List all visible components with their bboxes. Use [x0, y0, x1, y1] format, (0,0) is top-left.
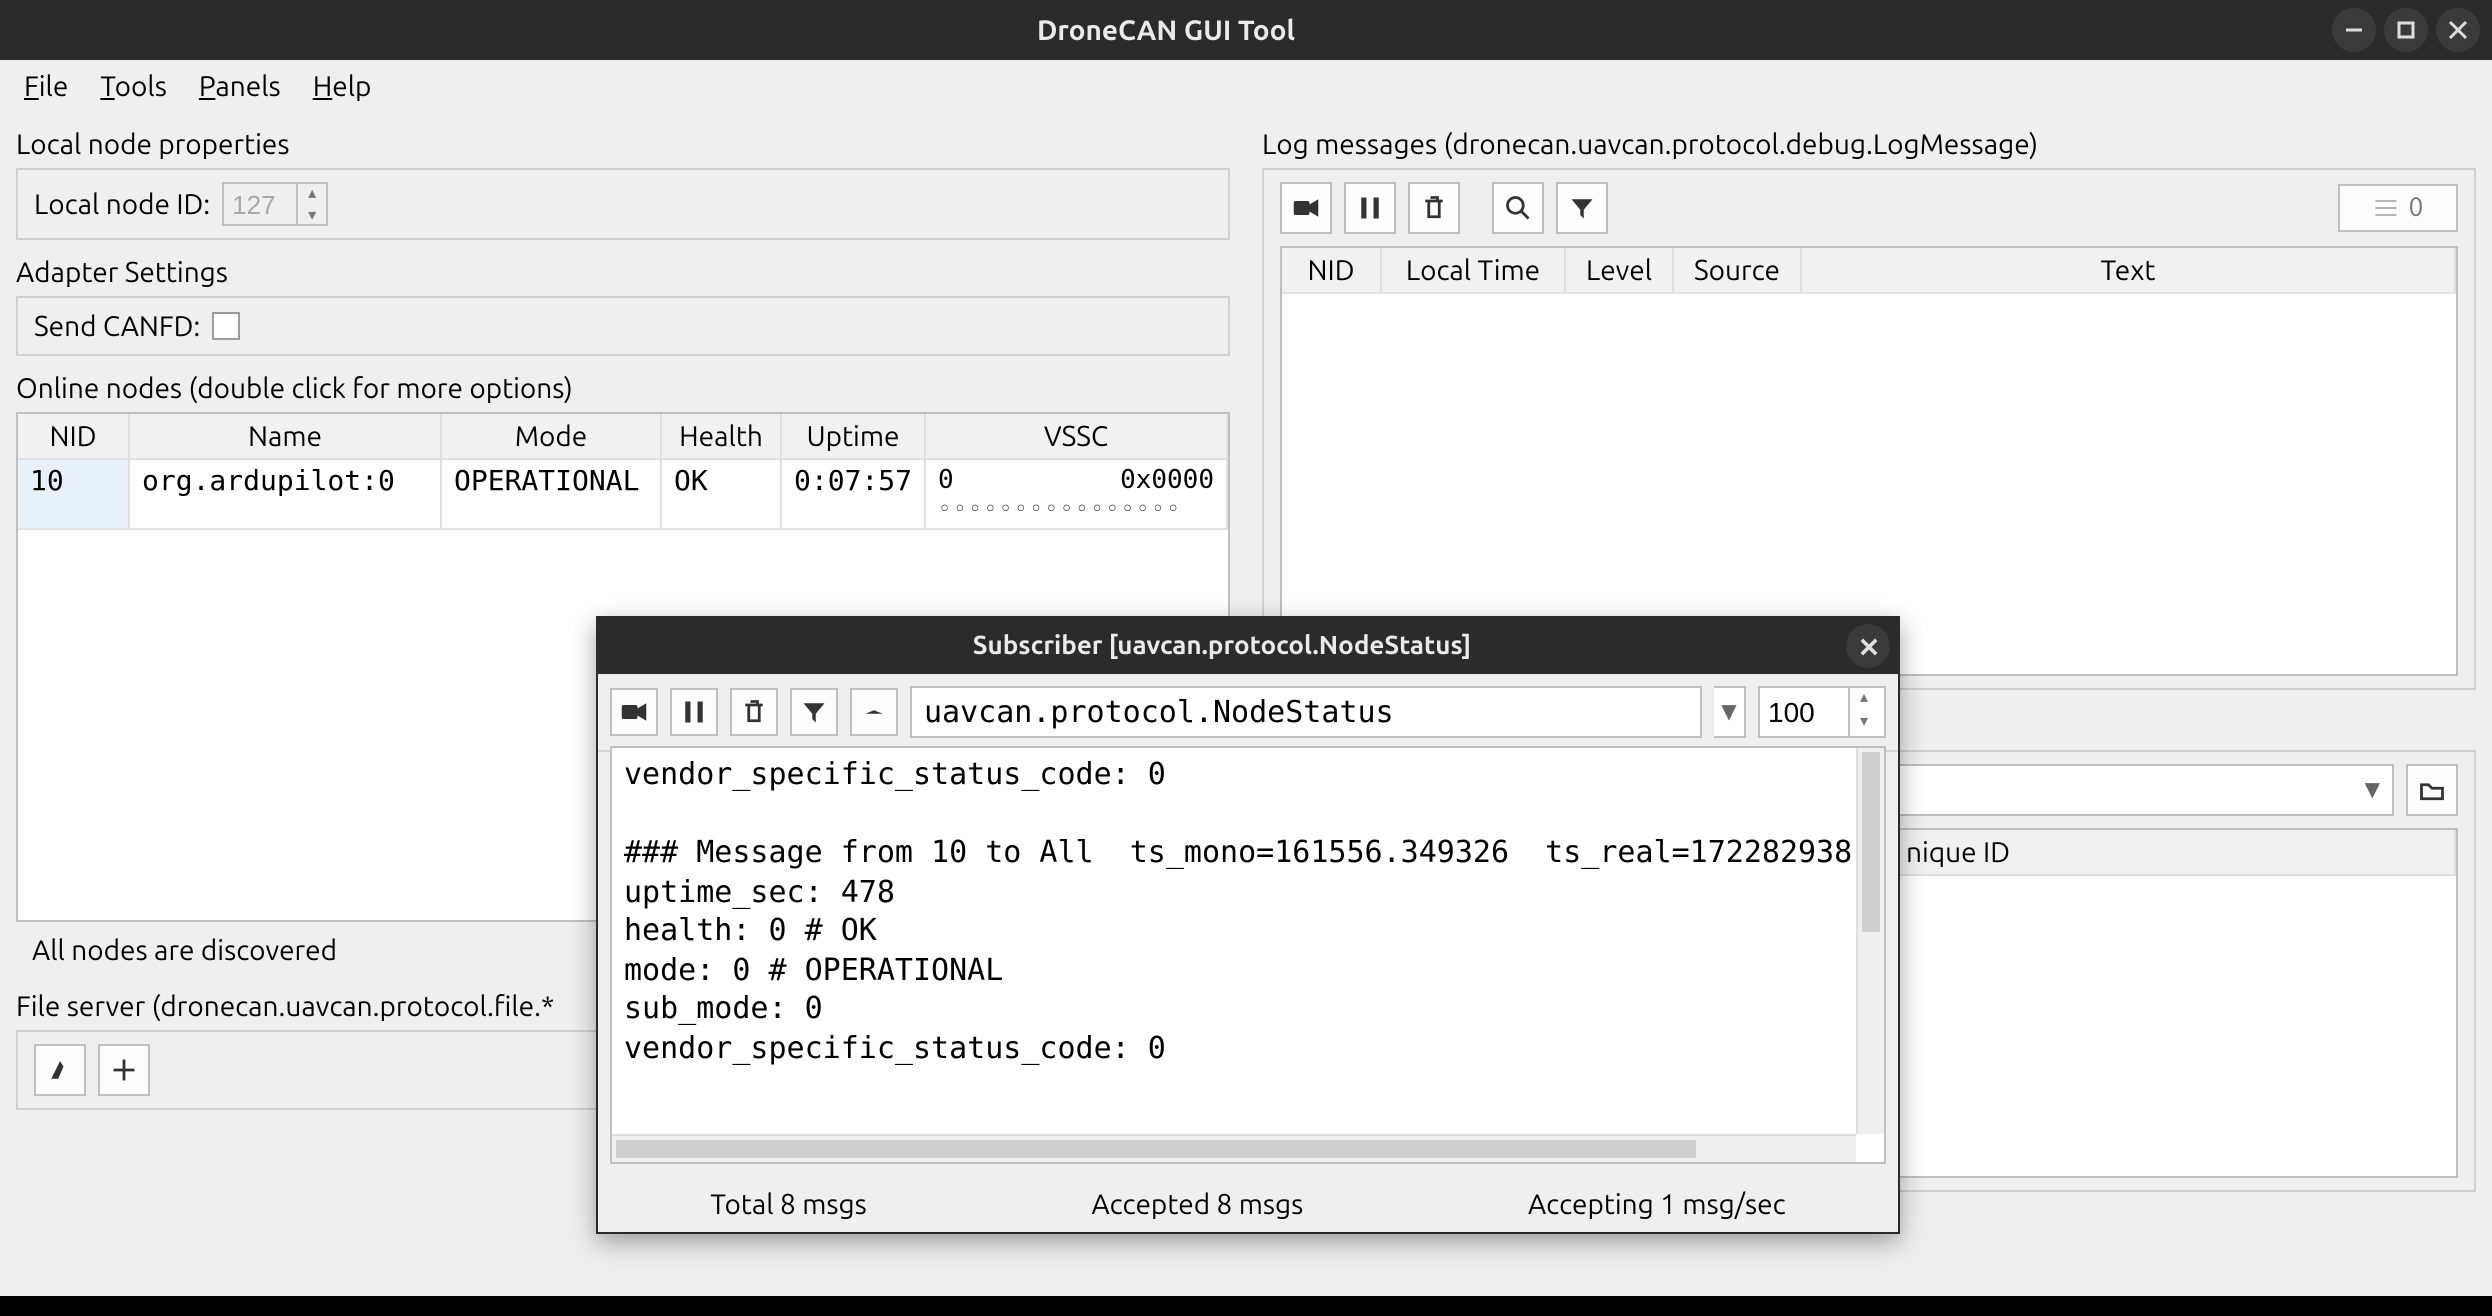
sub-limit-spinbox[interactable]: ▴ ▾: [1758, 686, 1886, 738]
local-node-id-input[interactable]: [224, 189, 296, 219]
log-clear-button[interactable]: [1408, 182, 1460, 234]
log-filter-button[interactable]: [1556, 182, 1608, 234]
dyn-alloc-open-button[interactable]: [2406, 764, 2458, 816]
list-icon: [2373, 194, 2401, 222]
sub-log-text: vendor_specific_status_code: 0 ### Messa…: [624, 756, 1852, 1065]
nodes-header-uptime[interactable]: Uptime: [782, 414, 926, 460]
sub-scrollbar-horizontal[interactable]: [612, 1134, 1856, 1162]
os-titlebar: DroneCAN GUI Tool: [0, 0, 2492, 60]
sub-plot-button[interactable]: [850, 688, 898, 736]
node-uptime-cell: 0:07:57: [782, 460, 926, 530]
nodes-header-vssc[interactable]: VSSC: [926, 414, 1228, 460]
minimize-button[interactable]: [2332, 8, 2376, 52]
file-server-add-button[interactable]: [98, 1044, 150, 1096]
log-header-time[interactable]: Local Time: [1382, 248, 1566, 294]
sub-filter-button[interactable]: [790, 688, 838, 736]
nodes-header-health[interactable]: Health: [662, 414, 782, 460]
window-title: DroneCAN GUI Tool: [0, 14, 2332, 46]
sub-topic-dropdown-button[interactable]: ▼: [1714, 686, 1746, 738]
sub-record-button[interactable]: [610, 688, 658, 736]
menu-file[interactable]: File: [24, 70, 68, 102]
sub-status-rate: Accepting 1 msg/sec: [1528, 1188, 1786, 1220]
menu-tools[interactable]: Tools: [100, 70, 167, 102]
spinbox-down-icon[interactable]: ▾: [298, 204, 326, 226]
log-header-source[interactable]: Source: [1674, 248, 1802, 294]
node-vssc-cell: 0 0x0000 ◦◦◦◦◦◦◦◦◦◦◦◦◦◦◦◦: [926, 460, 1228, 530]
node-nid-cell: 10: [18, 460, 130, 530]
sub-topic-input[interactable]: [910, 686, 1702, 738]
sub-scrollbar-vertical[interactable]: [1856, 748, 1884, 1134]
sub-log-area[interactable]: vendor_specific_status_code: 0 ### Messa…: [610, 746, 1886, 1164]
local-node-id-spinbox[interactable]: ▴▾: [222, 182, 328, 226]
send-canfd-label: Send CANFD:: [34, 310, 200, 342]
maximize-button[interactable]: [2384, 8, 2428, 52]
log-header-nid[interactable]: NID: [1282, 248, 1382, 294]
table-row[interactable]: 10 org.ardupilot:0 OPERATIONAL OK 0:07:5…: [18, 460, 1228, 530]
nodes-header-nid[interactable]: NID: [18, 414, 130, 460]
log-table: NID Local Time Level Source Text: [1280, 246, 2458, 676]
file-server-launch-button[interactable]: [34, 1044, 86, 1096]
menubar: File Tools Panels Help: [0, 60, 2492, 112]
log-header-level[interactable]: Level: [1566, 248, 1674, 294]
log-count-badge: 0: [2338, 184, 2458, 232]
log-section-label: Log messages (dronecan.uavcan.protocol.d…: [1262, 128, 2476, 160]
log-pause-button[interactable]: [1344, 182, 1396, 234]
local-node-section-label: Local node properties: [16, 128, 1230, 160]
sub-limit-up-icon[interactable]: ▴: [1850, 688, 1878, 712]
subscriber-close-button[interactable]: [1846, 624, 1890, 668]
log-header-text[interactable]: Text: [1802, 248, 2456, 294]
online-nodes-section-label: Online nodes (double click for more opti…: [16, 372, 1230, 404]
node-name-cell: org.ardupilot:0: [130, 460, 442, 530]
sub-limit-down-icon[interactable]: ▾: [1850, 712, 1878, 736]
menu-help[interactable]: Help: [313, 70, 372, 102]
node-health-cell: OK: [662, 460, 782, 530]
log-record-button[interactable]: [1280, 182, 1332, 234]
sub-clear-button[interactable]: [730, 688, 778, 736]
nodes-header-mode[interactable]: Mode: [442, 414, 662, 460]
send-canfd-checkbox[interactable]: [212, 312, 240, 340]
local-node-id-label: Local node ID:: [34, 188, 210, 220]
menu-panels[interactable]: Panels: [199, 70, 281, 102]
sub-status-total: Total 8 msgs: [710, 1188, 866, 1220]
close-window-button[interactable]: [2436, 8, 2480, 52]
subscriber-window: Subscriber [uavcan.protocol.NodeStatus] …: [596, 616, 1900, 1234]
node-mode-cell: OPERATIONAL: [442, 460, 662, 530]
spinbox-up-icon[interactable]: ▴: [298, 182, 326, 204]
log-search-button[interactable]: [1492, 182, 1544, 234]
sub-pause-button[interactable]: [670, 688, 718, 736]
subscriber-title: Subscriber [uavcan.protocol.NodeStatus]: [598, 632, 1846, 660]
adapter-section-label: Adapter Settings: [16, 256, 1230, 288]
sub-status-accepted: Accepted 8 msgs: [1091, 1188, 1303, 1220]
nodes-header-name[interactable]: Name: [130, 414, 442, 460]
sub-limit-input[interactable]: [1760, 688, 1848, 736]
